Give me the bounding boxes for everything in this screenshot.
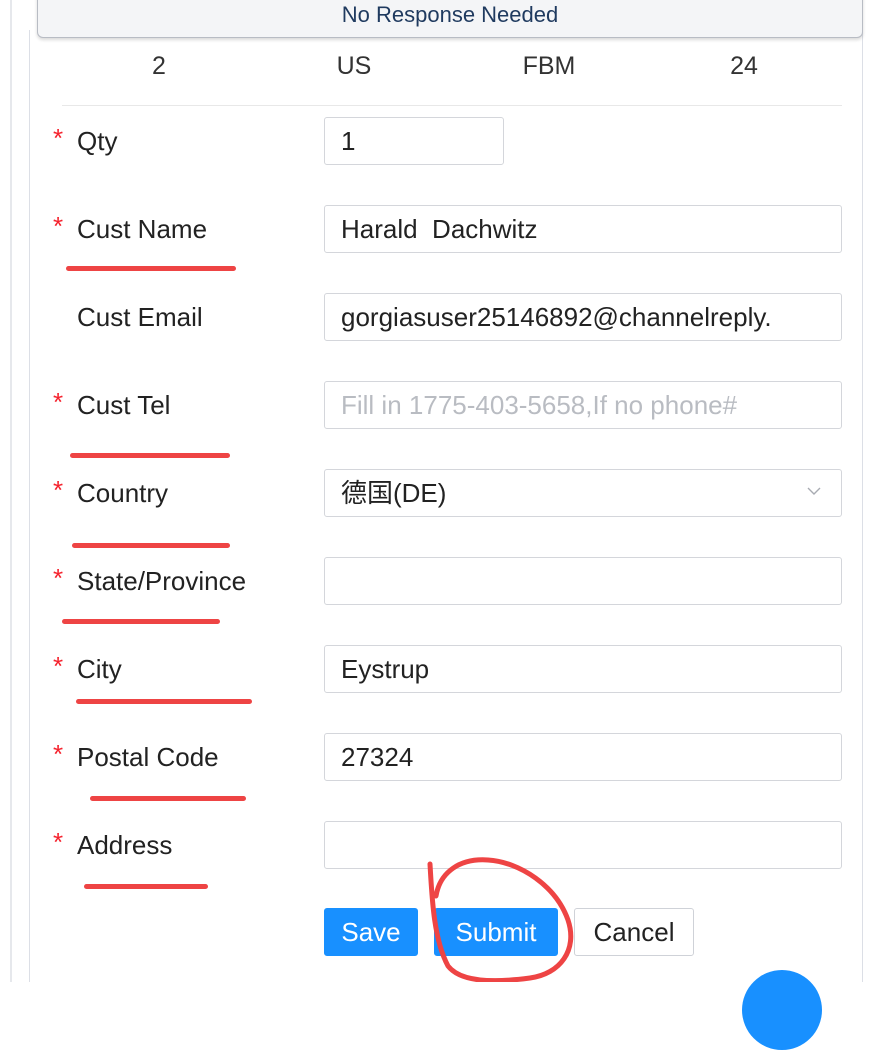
country-select[interactable]: 德国(DE)	[324, 469, 842, 517]
annotation-underline	[62, 619, 220, 624]
required-mark: *	[53, 211, 64, 241]
city-input[interactable]	[324, 645, 842, 693]
summary-quantity: 2	[152, 52, 166, 80]
form-row-state: * State/Province	[0, 557, 886, 605]
state-input[interactable]	[324, 557, 842, 605]
form-row-cust-email: Cust Email	[0, 293, 886, 341]
save-button[interactable]: Save	[324, 908, 418, 956]
summary-hours: 24	[730, 52, 758, 80]
form-row-city: * City	[0, 645, 886, 693]
annotation-underline	[90, 796, 246, 801]
postal-code-label: Postal Code	[77, 742, 219, 772]
chevron-down-icon	[807, 487, 821, 495]
order-summary-row: 2 US FBM 24	[62, 52, 842, 86]
qty-label: Qty	[77, 126, 118, 156]
address-input[interactable]	[324, 821, 842, 869]
required-mark: *	[53, 563, 64, 593]
no-response-needed-label: No Response Needed	[341, 2, 559, 27]
required-mark: *	[53, 475, 64, 505]
cust-email-label: Cust Email	[77, 302, 203, 332]
summary-fulfillment: FBM	[522, 52, 576, 80]
annotation-underline	[72, 543, 230, 548]
form-row-cust-name: * Cust Name	[0, 205, 886, 253]
summary-marketplace: US	[336, 52, 372, 80]
annotation-underline	[70, 453, 230, 458]
annotation-underline	[66, 266, 236, 271]
form-row-qty: * Qty	[0, 117, 886, 165]
cust-email-input[interactable]	[324, 293, 842, 341]
required-mark: *	[53, 651, 64, 681]
country-label: Country	[77, 478, 169, 508]
form-row-country: * Country 德国(DE)	[0, 469, 886, 517]
state-label: State/Province	[77, 566, 247, 596]
cust-name-input[interactable]	[324, 205, 842, 253]
submit-button[interactable]: Submit	[434, 908, 558, 956]
city-label: City	[77, 654, 122, 684]
cust-tel-label: Cust Tel	[77, 390, 171, 420]
no-response-needed-button[interactable]: No Response Needed	[37, 0, 863, 38]
form-row-address: * Address	[0, 821, 886, 869]
cust-tel-input[interactable]	[324, 381, 842, 429]
cust-name-label: Cust Name	[77, 214, 208, 244]
cancel-button[interactable]: Cancel	[574, 908, 694, 956]
form-row-postal-code: * Postal Code	[0, 733, 886, 781]
required-mark: *	[53, 123, 64, 153]
required-mark: *	[53, 739, 64, 769]
floating-help-button[interactable]	[742, 970, 822, 1050]
country-selected-value: 德国(DE)	[341, 478, 447, 508]
annotation-underline	[84, 884, 208, 889]
qty-input[interactable]	[324, 117, 504, 165]
summary-divider	[62, 105, 842, 106]
required-mark: *	[53, 387, 64, 417]
annotation-underline	[76, 699, 252, 704]
address-label: Address	[77, 830, 173, 860]
required-mark: *	[53, 827, 64, 857]
postal-code-input[interactable]	[324, 733, 842, 781]
form-row-cust-tel: * Cust Tel	[0, 381, 886, 429]
